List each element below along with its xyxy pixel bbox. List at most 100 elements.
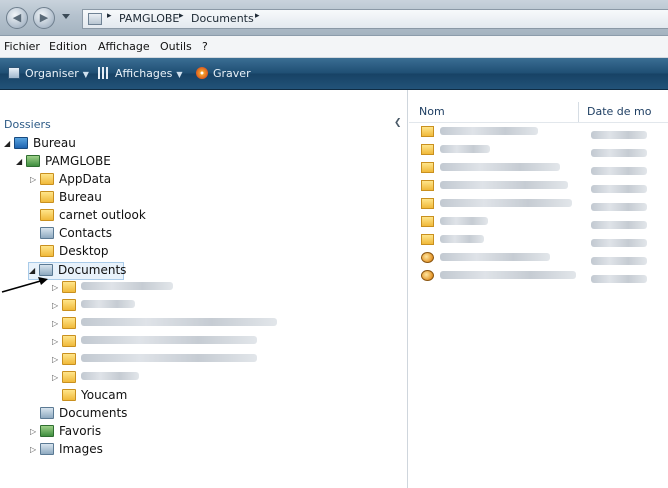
breadcrumb-documents[interactable]: Documents [191, 12, 254, 25]
tree-item-favoris[interactable]: ▷ Favoris [30, 424, 101, 442]
redacted-date [591, 149, 647, 157]
tree-item-label: PAMGLOBE [45, 154, 111, 168]
menu-fichier[interactable]: Fichier [4, 40, 40, 53]
list-item[interactable] [421, 180, 668, 198]
menu-edition[interactable]: Edition [49, 40, 87, 53]
views-label: Affichages [115, 67, 173, 80]
chevron-down-icon: ▼ [82, 70, 89, 79]
redacted-name [440, 271, 576, 279]
tree-item-redacted[interactable]: ▷ [52, 316, 277, 334]
list-item[interactable] [421, 216, 668, 234]
forward-button[interactable]: ▶ [33, 7, 55, 29]
expand-arrow-icon[interactable]: ▷ [52, 337, 62, 346]
list-item[interactable] [421, 144, 668, 162]
annotation-arrow [1, 277, 48, 293]
redacted-name [440, 199, 572, 207]
organize-button[interactable]: Organiser ▼ [8, 67, 89, 80]
expand-arrow-icon[interactable]: ▷ [52, 319, 62, 328]
recent-pages-chevron-down-icon[interactable] [62, 14, 70, 19]
column-header-label: Date de mo [587, 105, 652, 118]
tree-item-label: Bureau [59, 190, 102, 204]
breadcrumb-pamglobe[interactable]: PAMGLOBE [119, 12, 179, 25]
list-item[interactable] [421, 162, 668, 180]
tree-item-redacted[interactable]: ▷ [52, 298, 135, 316]
folders-header[interactable]: Dossiers [4, 118, 51, 131]
menu-bar: Fichier Edition Affichage Outils ? [0, 36, 668, 58]
address-field[interactable]: ▸ PAMGLOBE ▸ Documents ▸ [82, 9, 668, 29]
menu-outils[interactable]: Outils [160, 40, 192, 53]
menu-help[interactable]: ? [202, 40, 208, 53]
tree-item-appdata[interactable]: ▷ AppData [30, 172, 111, 190]
chevron-down-icon: ▼ [176, 70, 183, 79]
tree-item-label: Bureau [33, 136, 76, 150]
computer-icon [88, 13, 102, 25]
command-bar: Organiser ▼ Affichages ▼ Graver [0, 58, 668, 90]
tree-item-redacted[interactable]: ▷ [52, 352, 257, 370]
tree-item-redacted[interactable]: ▷ [52, 370, 139, 388]
tree-item-bureau[interactable]: Bureau [40, 190, 102, 208]
list-item[interactable] [421, 252, 668, 270]
burn-disc-icon [196, 67, 208, 79]
breadcrumb-separator[interactable]: ▸ [179, 11, 184, 21]
tree-item-bureau-root[interactable]: ◢ Bureau [4, 136, 76, 154]
burn-button[interactable]: Graver [196, 67, 251, 80]
breadcrumb-separator[interactable]: ▸ [255, 11, 260, 21]
folder-icon [421, 234, 434, 245]
expand-arrow-icon[interactable]: ▷ [30, 427, 40, 436]
redacted-date [591, 167, 647, 175]
favorites-folder-icon [40, 425, 54, 437]
redacted-date [591, 221, 647, 229]
tree-item-label: carnet outlook [59, 208, 146, 222]
tree-item-documents-public[interactable]: Documents [40, 406, 127, 424]
folder-icon [62, 317, 76, 329]
folder-icon [62, 371, 76, 383]
expand-arrow-icon[interactable]: ▷ [52, 373, 62, 382]
tree-item-desktop[interactable]: Desktop [40, 244, 109, 262]
redacted-name [440, 145, 490, 153]
expand-arrow-icon[interactable]: ▷ [30, 175, 40, 184]
column-header-label: Nom [419, 105, 445, 118]
redacted-label [81, 282, 173, 290]
list-item[interactable] [421, 198, 668, 216]
redacted-name [440, 181, 568, 189]
breadcrumb-separator[interactable]: ▸ [107, 11, 112, 21]
navigation-pane: Dossiers ❮ ◢ Bureau ◢ PAMGLOBE ▷ AppData Bu… [0, 90, 408, 488]
user-folder-icon [26, 155, 40, 167]
expand-arrow-icon[interactable]: ▷ [52, 301, 62, 310]
column-header-date[interactable]: Date de mo [579, 102, 668, 122]
folder-icon [421, 144, 434, 155]
redacted-date [591, 203, 647, 211]
expand-arrow-icon[interactable]: ◢ [16, 157, 26, 166]
folder-icon [40, 191, 54, 203]
list-item[interactable] [421, 126, 668, 144]
list-item[interactable] [421, 234, 668, 252]
folder-icon [421, 198, 434, 209]
organize-label: Organiser [25, 67, 79, 80]
column-header-name[interactable]: Nom [409, 102, 579, 122]
tree-item-carnet-outlook[interactable]: carnet outlook [40, 208, 146, 226]
expand-arrow-icon[interactable]: ◢ [4, 139, 14, 148]
tree-item-pamglobe[interactable]: ◢ PAMGLOBE [16, 154, 111, 172]
organize-icon [8, 67, 20, 79]
menu-affichage[interactable]: Affichage [98, 40, 150, 53]
tree-item-redacted[interactable]: ▷ [52, 334, 257, 352]
views-button[interactable]: Affichages ▼ [98, 67, 183, 80]
tree-item-redacted[interactable]: ▷ [52, 280, 173, 298]
contacts-folder-icon [40, 227, 54, 239]
documents-folder-icon [40, 407, 54, 419]
setup-exe-icon [421, 252, 434, 263]
tree-item-label: Favoris [59, 424, 102, 438]
tree-item-images[interactable]: ▷ Images [30, 442, 103, 460]
expand-arrow-icon[interactable]: ▷ [52, 355, 62, 364]
back-button[interactable]: ◀ [6, 7, 28, 29]
expand-arrow-icon[interactable]: ▷ [30, 445, 40, 454]
tree-item-youcam[interactable]: Youcam [62, 388, 127, 406]
redacted-name [440, 163, 560, 171]
tree-item-contacts[interactable]: Contacts [40, 226, 112, 244]
list-item[interactable] [421, 270, 668, 288]
file-list-pane: Nom Date de mo [409, 90, 668, 488]
redacted-date [591, 131, 647, 139]
redacted-name [440, 217, 488, 225]
collapse-chevron-icon[interactable]: ❮ [394, 118, 402, 128]
folder-icon [62, 281, 76, 293]
